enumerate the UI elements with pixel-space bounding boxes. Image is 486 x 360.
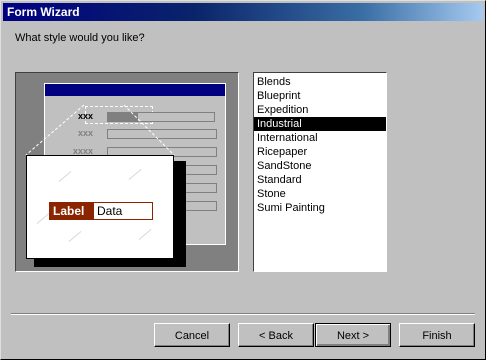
style-preview: xxx xxx xxxx xxx Label Data (15, 72, 239, 272)
style-list-item[interactable]: Sumi Painting (254, 201, 386, 215)
style-list-item[interactable]: Standard (254, 173, 386, 187)
back-button[interactable]: < Back (238, 323, 314, 347)
style-list-item[interactable]: Expedition (254, 103, 386, 117)
finish-button[interactable]: Finish (399, 323, 475, 347)
style-list-item[interactable]: Stone (254, 187, 386, 201)
style-list-item[interactable]: Blueprint (254, 89, 386, 103)
title-bar[interactable]: Form Wizard (3, 3, 483, 21)
style-list-item[interactable]: International (254, 131, 386, 145)
preview-zoom-label: Label (49, 202, 93, 220)
style-list-item[interactable]: SandStone (254, 159, 386, 173)
button-separator (11, 313, 475, 315)
form-wizard-dialog: Form Wizard What style would you like? x… (0, 0, 486, 360)
style-prompt: What style would you like? (15, 32, 145, 44)
preview-zoom-data: Data (93, 202, 153, 220)
next-button[interactable]: Next > (315, 323, 391, 347)
cancel-button[interactable]: Cancel (154, 323, 230, 347)
style-list-item[interactable]: Blends (254, 75, 386, 89)
style-list[interactable]: Blends Blueprint Expedition Industrial I… (253, 72, 387, 272)
style-list-item-selected[interactable]: Industrial (254, 117, 386, 131)
window-title: Form Wizard (7, 5, 80, 19)
preview-zoom-panel: Label Data (26, 155, 174, 259)
style-list-item[interactable]: Ricepaper (254, 145, 386, 159)
